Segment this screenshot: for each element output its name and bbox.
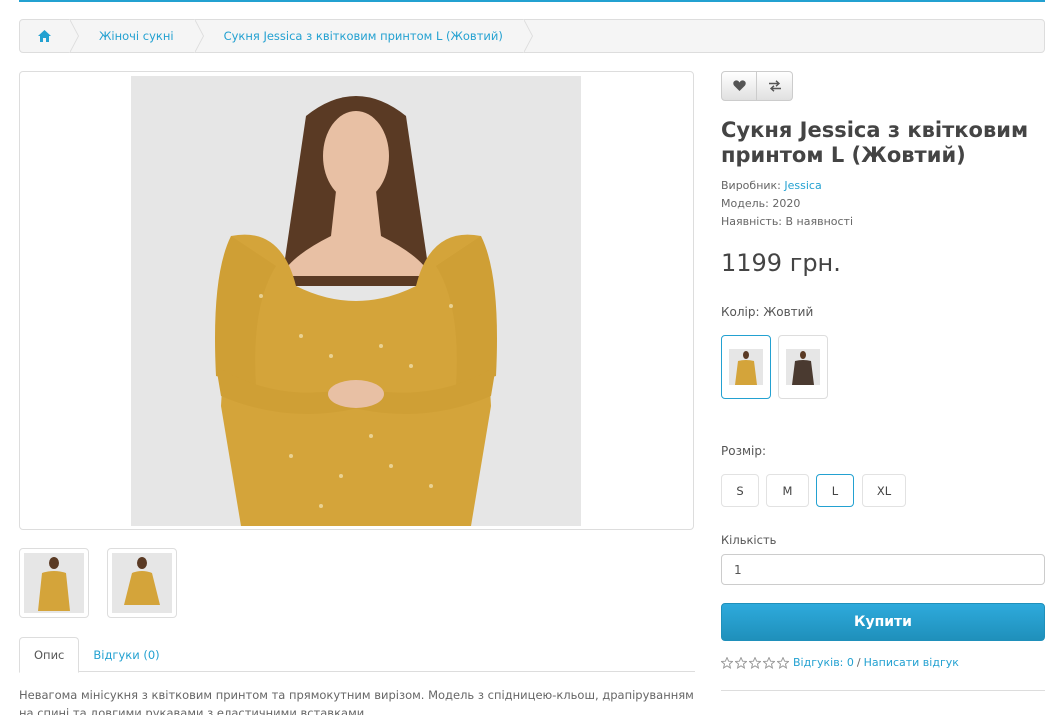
heart-icon (732, 80, 746, 91)
star-icon (763, 656, 775, 669)
quantity-input[interactable]: 1 (721, 554, 1045, 585)
swatch-image (786, 349, 820, 385)
quantity-label: Кількість (721, 533, 777, 547)
rating-stars (721, 656, 789, 669)
model-label: Модель: (721, 197, 769, 210)
compare-button[interactable] (757, 71, 793, 101)
manufacturer-link[interactable]: Jessica (784, 179, 821, 192)
product-tabs: Опис Відгуки (0) (19, 637, 695, 673)
main-product-image[interactable] (19, 71, 694, 530)
star-icon (777, 656, 789, 669)
thumbnail-1[interactable] (19, 548, 89, 618)
action-buttons (721, 71, 793, 101)
star-icon (721, 656, 733, 669)
manufacturer-label: Виробник: (721, 179, 781, 192)
size-label: Розмір: (721, 444, 767, 458)
thumbnail-image (24, 553, 84, 613)
manufacturer-row: Виробник: Jessica (721, 179, 822, 192)
tab-reviews[interactable]: Відгуки (0) (79, 637, 173, 672)
write-review-link[interactable]: Написати відгук (864, 656, 959, 669)
wishlist-button[interactable] (721, 71, 757, 101)
breadcrumb-category[interactable]: Жіночі сукні (71, 19, 204, 53)
color-label: Колір: Жовтий (721, 305, 814, 319)
swatch-image (729, 349, 763, 385)
product-price: 1199 грн. (721, 249, 841, 277)
star-icon (735, 656, 747, 669)
availability-label: Наявність: (721, 215, 783, 228)
divider (721, 690, 1045, 691)
availability-value: В наявності (785, 215, 854, 228)
size-option-xl[interactable]: XL (862, 474, 906, 507)
home-icon[interactable] (20, 19, 79, 53)
breadcrumb: Жіночі сукні Сукня Jessica з квітковим п… (19, 19, 1045, 53)
product-title: Сукня Jessica з квітковим принтом L (Жов… (721, 118, 1029, 167)
star-icon (749, 656, 761, 669)
model-value: 2020 (772, 197, 801, 210)
tab-description[interactable]: Опис (19, 637, 80, 673)
product-description: Невагома мінісукня з квітковим принтом т… (19, 688, 694, 715)
buy-button[interactable]: Купити (721, 603, 1045, 641)
color-swatch-dark[interactable] (778, 335, 828, 399)
rating-row: Відгуків: 0 / Написати відгук (721, 656, 959, 669)
top-accent-line (19, 0, 1045, 2)
color-swatch-yellow[interactable] (721, 335, 771, 399)
size-option-m[interactable]: M (766, 474, 809, 507)
size-option-l[interactable]: L (816, 474, 854, 507)
thumbnail-2[interactable] (107, 548, 177, 618)
thumbnail-image (112, 553, 172, 613)
compare-icon (768, 80, 781, 92)
size-option-s[interactable]: S (721, 474, 759, 507)
reviews-link[interactable]: Відгуків: 0 (793, 656, 854, 669)
product-photo (131, 76, 581, 526)
model-row: Модель: 2020 (721, 197, 800, 210)
breadcrumb-product[interactable]: Сукня Jessica з квітковим принтом L (Жов… (196, 19, 534, 53)
availability-row: Наявність: В наявності (721, 215, 853, 228)
rating-separator: / (856, 656, 861, 669)
